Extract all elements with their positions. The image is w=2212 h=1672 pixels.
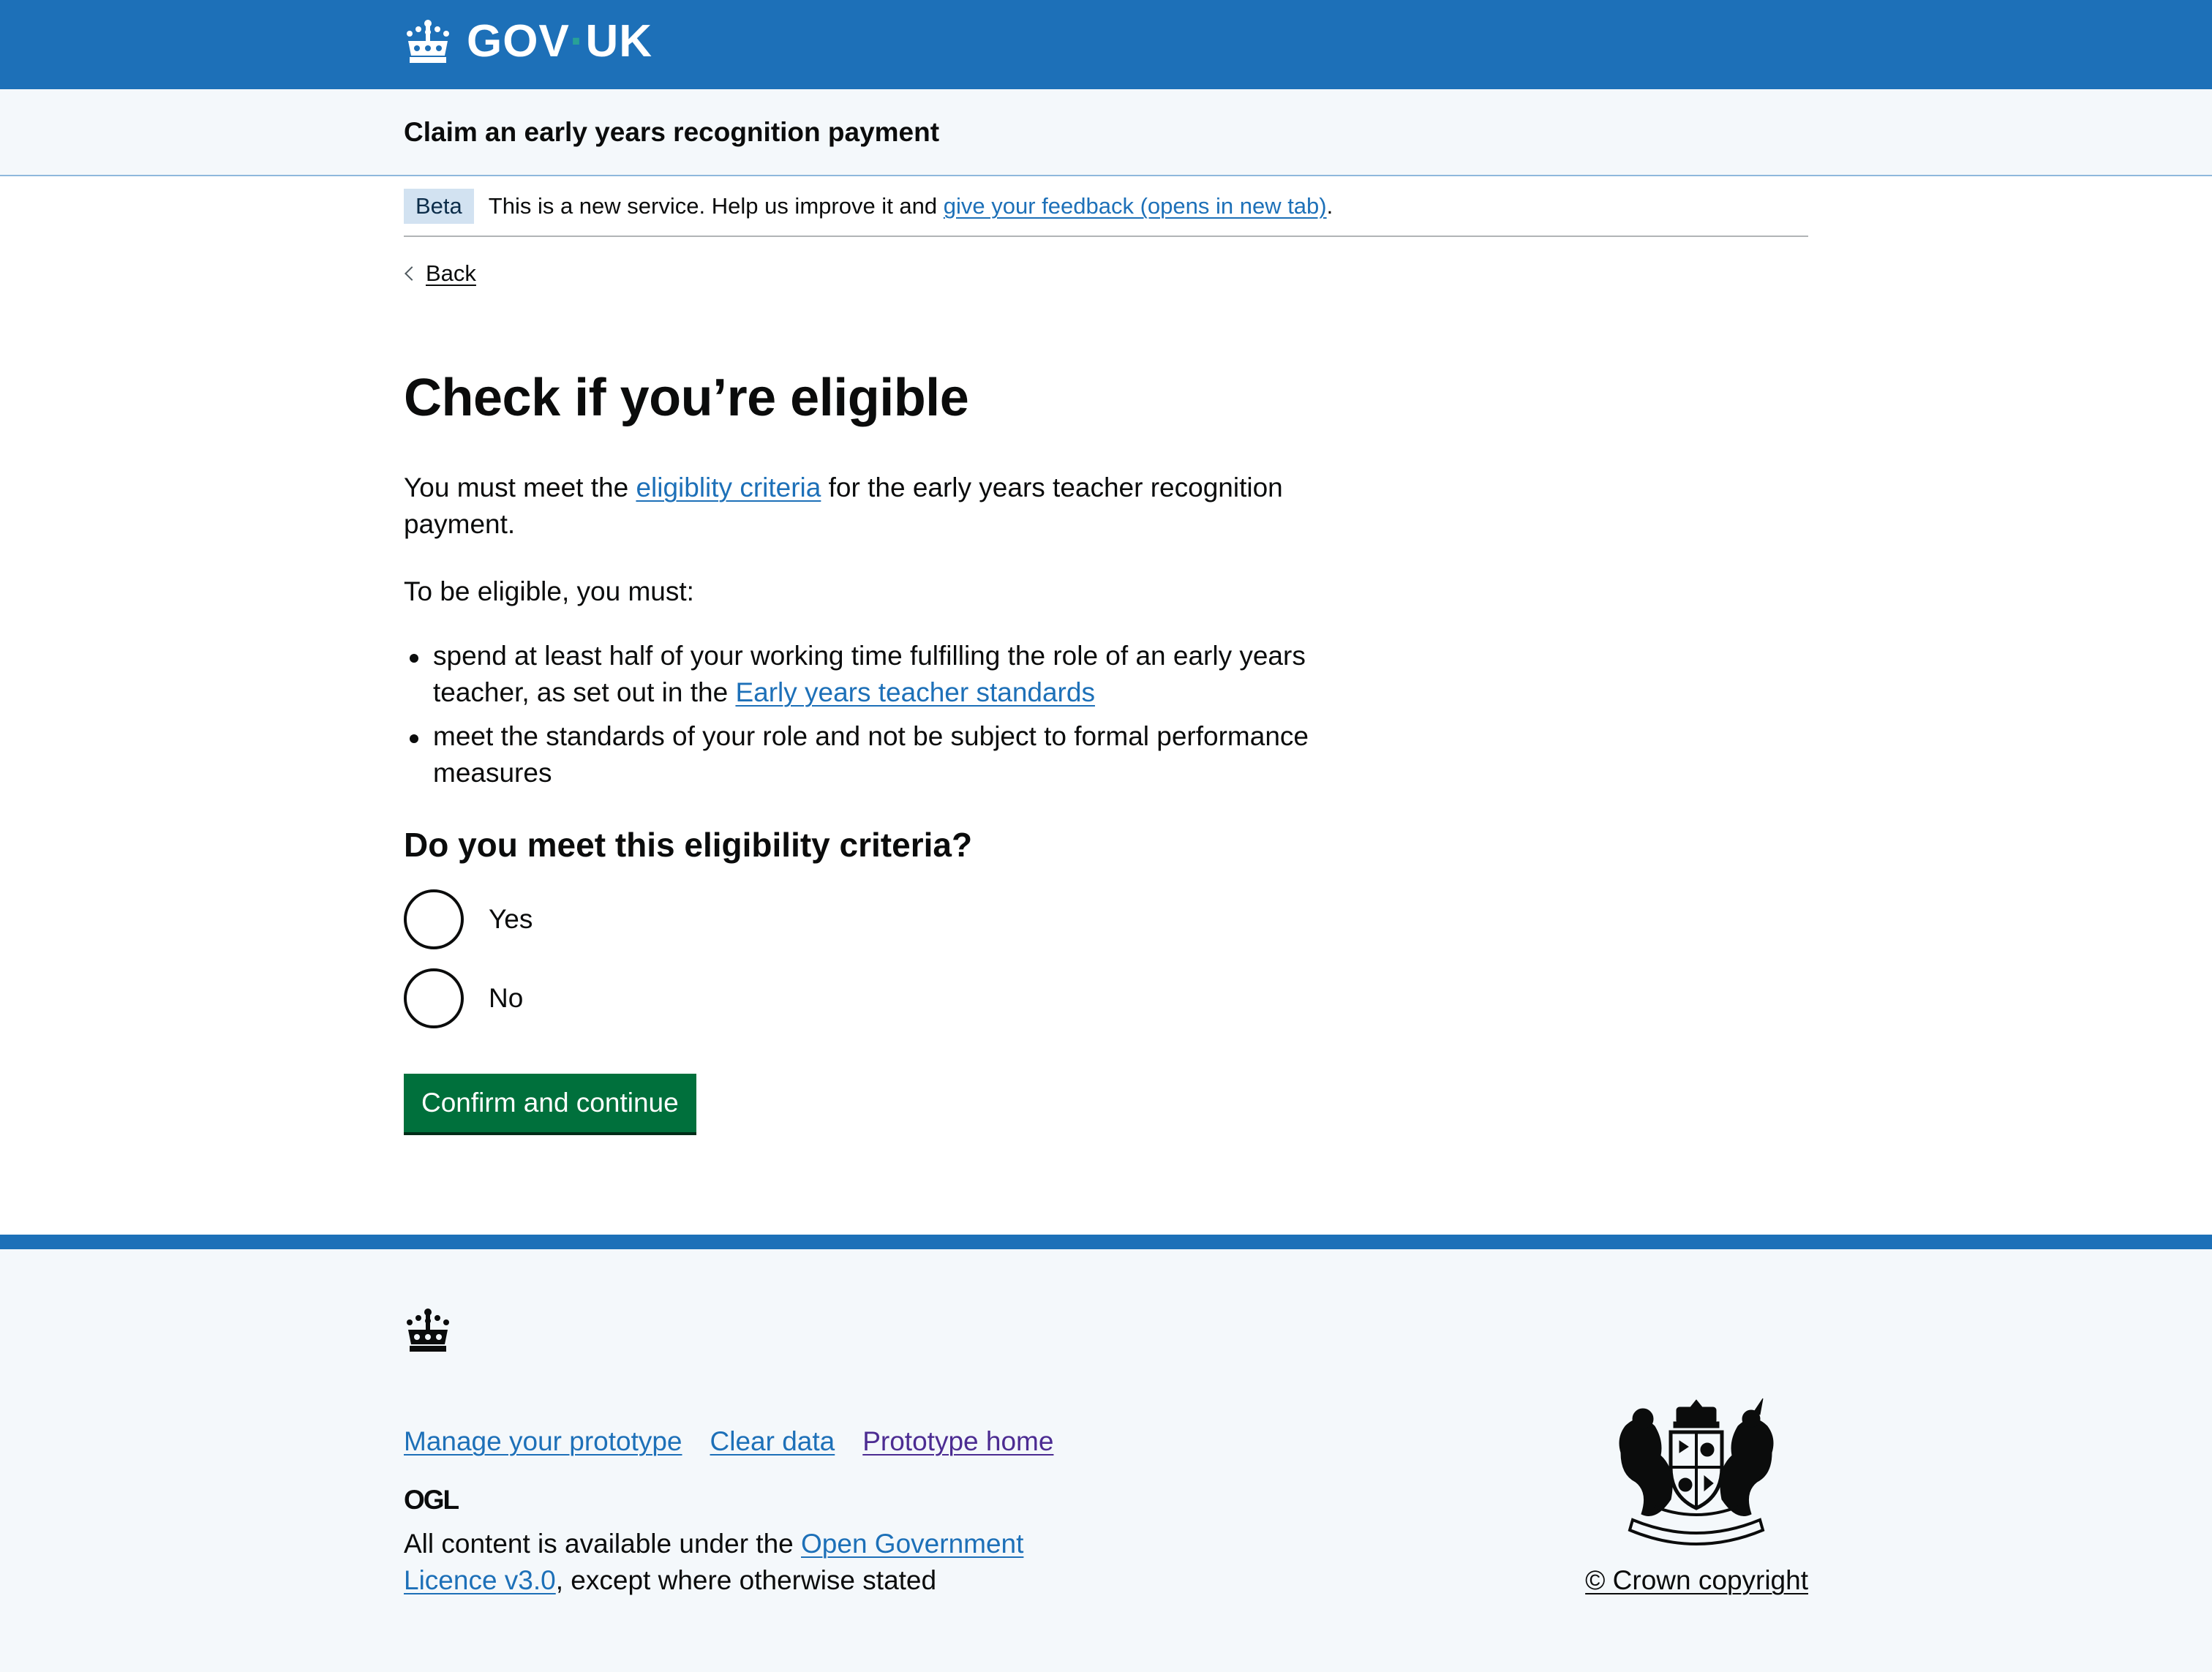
- feedback-link[interactable]: give your feedback (opens in new tab): [944, 193, 1327, 219]
- eligibility-lead: To be eligible, you must:: [404, 576, 694, 606]
- phase-banner: Beta This is a new service. Help us impr…: [404, 189, 1808, 237]
- eligibility-list: spend at least half of your working time…: [404, 638, 1333, 799]
- svg-text:OGL: OGL: [404, 1486, 459, 1513]
- radio-yes-label[interactable]: Yes: [489, 901, 533, 938]
- question-legend: Do you meet this eligibility criteria?: [404, 826, 973, 864]
- ogl-logo-icon: OGL: [404, 1486, 461, 1513]
- radio-yes[interactable]: Yes: [404, 889, 533, 949]
- govuk-wordmark: GOV·UK: [467, 16, 653, 67]
- list-item: spend at least half of your working time…: [404, 638, 1333, 711]
- teacher-standards-link[interactable]: Early years teacher standards: [735, 677, 1095, 707]
- crown-copyright-link[interactable]: © Crown copyright: [1585, 1562, 1808, 1599]
- manage-prototype-link[interactable]: Manage your prototype: [404, 1423, 682, 1460]
- radio-no-label[interactable]: No: [489, 980, 523, 1017]
- beta-tag: Beta: [404, 189, 474, 224]
- govuk-logo-link[interactable]: GOV·UK: [404, 16, 652, 67]
- royal-coat-of-arms-icon: [1619, 1398, 1774, 1545]
- chevron-left-icon: [405, 266, 419, 281]
- page-title: Check if you’re eligible: [404, 369, 969, 427]
- clear-data-link[interactable]: Clear data: [710, 1423, 835, 1460]
- govuk-header: [0, 0, 2212, 89]
- back-link[interactable]: Back: [404, 259, 476, 288]
- footer: [0, 1235, 2212, 1672]
- service-navigation-bar: [0, 89, 2212, 176]
- phase-banner-text: This is a new service. Help us improve i…: [488, 193, 1333, 219]
- eligibility-criteria-link[interactable]: eligiblity criteria: [636, 472, 821, 502]
- service-name-link[interactable]: Claim an early years recognition payment: [404, 116, 939, 149]
- radio-no[interactable]: No: [404, 968, 523, 1028]
- back-link-label: Back: [426, 260, 476, 286]
- radio-no-circle[interactable]: [404, 968, 464, 1028]
- confirm-and-continue-button[interactable]: Confirm and continue: [404, 1074, 696, 1132]
- crown-icon: [407, 1308, 449, 1352]
- list-item: meet the standards of your role and not …: [404, 718, 1333, 791]
- licence-text: All content is available under the Open …: [404, 1529, 1024, 1595]
- intro-paragraph: You must meet the eligiblity criteria fo…: [404, 472, 1283, 539]
- footer-links: Manage your prototype Clear data Prototy…: [404, 1423, 1053, 1460]
- prototype-home-link[interactable]: Prototype home: [862, 1423, 1053, 1460]
- crown-icon: [407, 20, 449, 63]
- radio-yes-circle[interactable]: [404, 889, 464, 949]
